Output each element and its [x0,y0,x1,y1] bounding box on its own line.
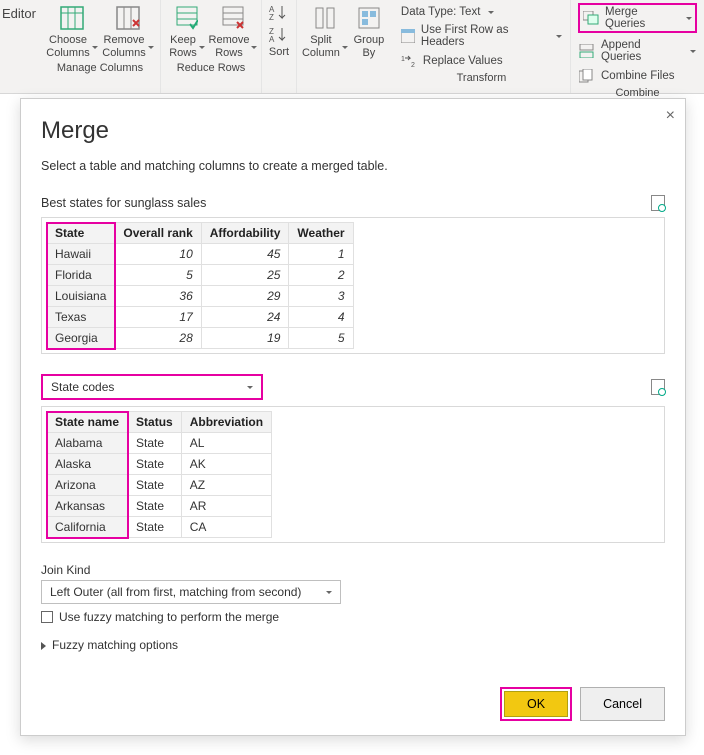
table1-name: Best states for sunglass sales [41,196,206,210]
editor-tab: Editor [2,6,36,21]
append-queries-button[interactable]: Append Queries [579,39,696,63]
group-label: Reduce Rows [165,60,257,77]
table-row[interactable]: CaliforniaStateCA [47,517,272,538]
table-row[interactable]: Texas17244 [47,307,354,328]
split-icon [311,4,339,32]
group-label: Manage Columns [44,60,156,77]
group-sort: AZ ZA Sort [262,0,297,93]
svg-text:A: A [269,35,275,44]
remove-rows-button[interactable]: Remove Rows [209,2,257,60]
join-kind-label: Join Kind [41,563,665,577]
choose-columns-button[interactable]: Choose Columns [44,2,100,60]
group-icon [355,4,383,32]
column-header[interactable]: Weather [289,223,353,244]
column-header[interactable]: Abbreviation [181,412,271,433]
ribbon: Choose Columns Remove Columns Manage Col… [0,0,704,94]
keep-rows-button[interactable]: Keep Rows [165,2,209,60]
remove-columns-button[interactable]: Remove Columns [100,2,156,60]
table-row[interactable]: Florida5252 [47,265,354,286]
sort-desc-button[interactable]: ZA [269,26,289,44]
checkbox-icon [41,611,53,623]
combine-files-button[interactable]: Combine Files [579,69,696,83]
dialog-description: Select a table and matching columns to c… [41,159,665,173]
group-label: Transform [397,70,566,87]
table2-preview[interactable]: State nameStatusAbbreviationAlabamaState… [41,406,665,543]
chevron-down-icon [247,386,253,389]
files-icon [579,69,595,83]
table-row[interactable]: ArizonaStateAZ [47,475,272,496]
table-row[interactable]: ArkansasStateAR [47,496,272,517]
merge-icon [583,11,599,25]
table-row[interactable]: Louisiana36293 [47,286,354,307]
table-icon [58,4,86,32]
rows-check-icon [173,4,201,32]
join-kind-dropdown[interactable]: Left Outer (all from first, matching fro… [41,580,341,604]
group-by-button[interactable]: Group By [349,2,389,60]
headers-icon [401,29,415,43]
cancel-button[interactable]: Cancel [580,687,665,721]
split-column-button[interactable]: Split Column [301,2,349,60]
sort-asc-button[interactable]: AZ [269,4,289,22]
column-header[interactable]: Status [128,412,182,433]
first-row-headers-button[interactable]: Use First Row as Headers [401,24,562,48]
merge-queries-button[interactable]: Merge Queries [578,3,697,33]
ok-button[interactable]: OK [504,691,568,717]
data-type-button[interactable]: Data Type: Text [401,6,562,18]
preview-icon[interactable] [651,195,665,211]
group-reduce-rows: Keep Rows Remove Rows Reduce Rows [161,0,262,93]
table-row[interactable]: Georgia28195 [47,328,354,349]
table-row[interactable]: AlabamaStateAL [47,433,272,454]
chevron-down-icon [326,591,332,594]
group-transform-a: Split Column Group By [297,0,393,93]
group-manage-columns: Choose Columns Remove Columns Manage Col… [40,0,161,93]
replace-icon: 12 [401,54,417,68]
table-row[interactable]: Hawaii10451 [47,244,354,265]
svg-text:1: 1 [401,56,405,63]
rows-x-icon [219,4,247,32]
append-icon [579,44,595,58]
fuzzy-matching-checkbox[interactable]: Use fuzzy matching to perform the merge [41,610,665,624]
replace-values-button[interactable]: 12 Replace Values [401,54,562,68]
column-header[interactable]: State name [47,412,128,433]
dialog-title: Merge [41,117,665,145]
table-x-icon [114,4,142,32]
table2-picker[interactable]: State codes [41,374,263,400]
merge-dialog: × Merge Select a table and matching colu… [20,98,686,736]
group-label [301,60,389,77]
column-header[interactable]: State [47,223,115,244]
svg-text:2: 2 [411,62,415,68]
column-header[interactable]: Affordability [201,223,289,244]
preview-icon[interactable] [651,379,665,395]
table-row[interactable]: AlaskaStateAK [47,454,272,475]
svg-text:Z: Z [269,13,274,22]
close-button[interactable]: × [666,107,675,125]
group-transform-b: Data Type: Text Use First Row as Headers… [393,0,571,93]
table1-preview[interactable]: StateOverall rankAffordabilityWeatherHaw… [41,217,665,354]
fuzzy-options-expander[interactable]: Fuzzy matching options [41,638,665,652]
group-label: Sort [266,44,292,61]
group-combine: Merge Queries Append Queries Combine Fil… [571,0,704,93]
column-header[interactable]: Overall rank [115,223,201,244]
